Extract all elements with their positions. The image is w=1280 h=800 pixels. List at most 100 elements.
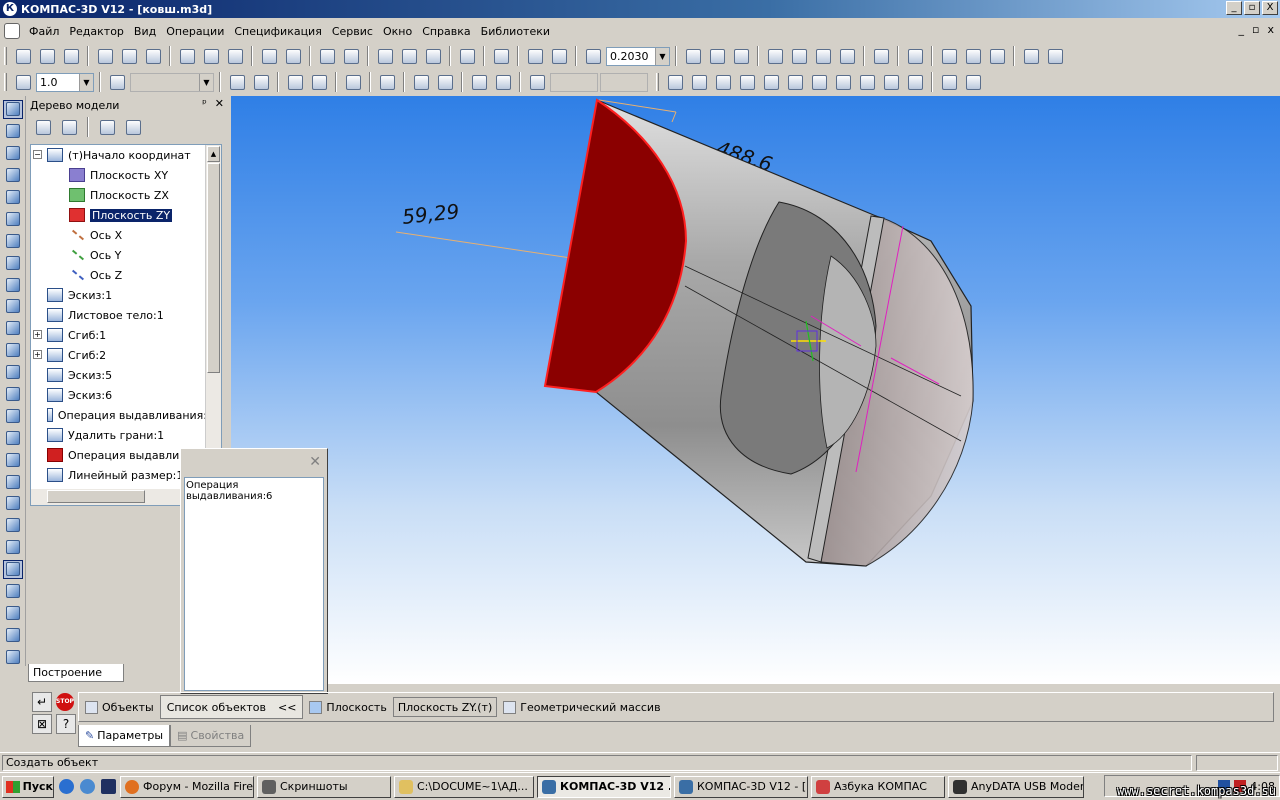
tree-panel-icon[interactable]	[374, 45, 396, 67]
filter-panel-icon[interactable]	[3, 231, 23, 250]
reports-panel-icon[interactable]	[3, 275, 23, 294]
tree-item[interactable]: Плоскость ZY	[31, 205, 207, 225]
start-button[interactable]: Пуск	[2, 775, 54, 798]
filter-icon[interactable]	[938, 45, 960, 67]
paste-icon[interactable]	[224, 45, 246, 67]
halftone-icon[interactable]	[836, 45, 858, 67]
zoom-icon[interactable]	[582, 45, 604, 67]
surfaces-icon[interactable]	[3, 144, 23, 163]
shell-icon[interactable]	[3, 538, 23, 557]
ie-icon[interactable]	[57, 778, 75, 796]
refresh-icon[interactable]	[1044, 45, 1066, 67]
snap-middle-icon[interactable]	[784, 71, 806, 93]
menu-view[interactable]: Вид	[129, 25, 161, 38]
sheet-metal-icon[interactable]	[3, 297, 23, 316]
coordinates-icon[interactable]	[526, 71, 548, 93]
tree-structure-icon[interactable]	[32, 116, 54, 138]
scroll-up-arrow[interactable]: ▲	[207, 146, 220, 162]
help-icon[interactable]: ?	[56, 714, 76, 734]
halftone-edges-icon[interactable]	[870, 45, 892, 67]
new-file-icon[interactable]	[12, 45, 34, 67]
menu-window[interactable]: Окно	[378, 25, 417, 38]
object-list[interactable]: Операция выдавливания:6	[184, 477, 324, 691]
tab-construction[interactable]: Построение	[28, 664, 124, 682]
collapse-icon[interactable]: −	[33, 150, 42, 159]
tree-item[interactable]: Эскиз:6	[31, 385, 207, 405]
zoom-out-icon[interactable]	[548, 45, 570, 67]
snap-intersection-icon[interactable]	[712, 71, 734, 93]
auto-create-icon[interactable]: ⊠	[32, 714, 52, 734]
close-button[interactable]: X	[1262, 1, 1278, 15]
manager-icon[interactable]	[142, 45, 164, 67]
rotate-icon[interactable]	[706, 45, 728, 67]
chevron-down-icon[interactable]: ▼	[199, 73, 213, 91]
x-coordinate-field[interactable]	[550, 72, 598, 92]
snap-on-curve-icon[interactable]	[904, 71, 926, 93]
orientation-icon[interactable]	[730, 45, 752, 67]
plane-button[interactable]: Плоскость	[303, 695, 392, 719]
snap-normal-icon[interactable]	[760, 71, 782, 93]
expand-icon[interactable]: +	[33, 350, 42, 359]
menu-help[interactable]: Справка	[417, 25, 475, 38]
geometric-array-checkbox[interactable]	[503, 700, 517, 714]
revolve-icon[interactable]	[3, 341, 23, 360]
mdi-restore-button[interactable]: ▫	[1252, 23, 1259, 36]
spatial-curves-icon[interactable]	[3, 122, 23, 141]
eraser-icon[interactable]	[308, 71, 330, 93]
library-manager-icon[interactable]	[398, 45, 420, 67]
tree-item[interactable]: Плоскость ZX	[31, 185, 207, 205]
step-combo[interactable]: 1.0 ▼	[36, 72, 94, 92]
layer-icon[interactable]	[106, 71, 128, 93]
pan-icon[interactable]	[682, 45, 704, 67]
toolbar-grip[interactable]	[656, 73, 659, 91]
rib-icon[interactable]	[3, 516, 23, 535]
winamp-icon[interactable]	[99, 778, 117, 796]
snap-grid-icon[interactable]	[808, 71, 830, 93]
maximize-button[interactable]: ▫	[1244, 1, 1260, 15]
snap-center-icon[interactable]	[688, 71, 710, 93]
copy-icon[interactable]	[200, 45, 222, 67]
thread-icon[interactable]	[3, 647, 23, 666]
toolbar-grip[interactable]	[4, 47, 7, 65]
angle-icon[interactable]	[342, 71, 364, 93]
sweep-icon[interactable]	[3, 363, 23, 382]
variables-icon[interactable]	[422, 45, 444, 67]
tree-item[interactable]: Эскиз:5	[31, 365, 207, 385]
chamfer-icon[interactable]	[3, 472, 23, 491]
tree-item[interactable]: Ось X	[31, 225, 207, 245]
menu-file[interactable]: Файл	[24, 25, 64, 38]
draft-icon[interactable]	[3, 625, 23, 644]
menu-service[interactable]: Сервис	[327, 25, 378, 38]
rebuild-icon[interactable]	[1020, 45, 1042, 67]
menu-specification[interactable]: Спецификация	[229, 25, 326, 38]
redo-icon[interactable]	[340, 45, 362, 67]
tree-item[interactable]: Удалить грани:1	[31, 425, 207, 445]
step-cursor-icon[interactable]	[12, 71, 34, 93]
mirror-icon[interactable]	[3, 582, 23, 601]
properties-icon[interactable]	[282, 45, 304, 67]
mdi-minimize-button[interactable]: _	[1239, 23, 1245, 36]
menu-libraries[interactable]: Библиотеки	[476, 25, 555, 38]
preview-icon[interactable]	[118, 45, 140, 67]
task-anydata[interactable]: AnyDATA USB Modem	[948, 775, 1084, 798]
task-screenshots[interactable]: Скриншоты	[257, 775, 391, 798]
ortho-icon[interactable]	[434, 71, 456, 93]
model-view[interactable]: 488,6 59,29	[231, 96, 1280, 684]
create-object-icon[interactable]: ↵	[32, 692, 52, 712]
document-icon[interactable]	[4, 23, 20, 39]
hidden-lines-icon[interactable]	[788, 45, 810, 67]
snap-disable-icon[interactable]	[938, 71, 960, 93]
scroll-thumb[interactable]	[207, 163, 220, 373]
cut-icon[interactable]	[176, 45, 198, 67]
undo-icon[interactable]	[316, 45, 338, 67]
split-icon[interactable]	[2, 559, 23, 579]
local-cs-icon[interactable]	[410, 71, 432, 93]
tab-parameters[interactable]: ✎ Параметры	[78, 725, 171, 747]
snap-quadrant-icon[interactable]	[880, 71, 902, 93]
thin-hidden-lines-icon[interactable]	[812, 45, 834, 67]
minimize-button[interactable]: _	[1226, 1, 1242, 15]
print-icon[interactable]	[94, 45, 116, 67]
open-file-icon[interactable]	[36, 45, 58, 67]
auxiliary-geometry-icon[interactable]	[3, 188, 23, 207]
measure-icon[interactable]	[962, 45, 984, 67]
